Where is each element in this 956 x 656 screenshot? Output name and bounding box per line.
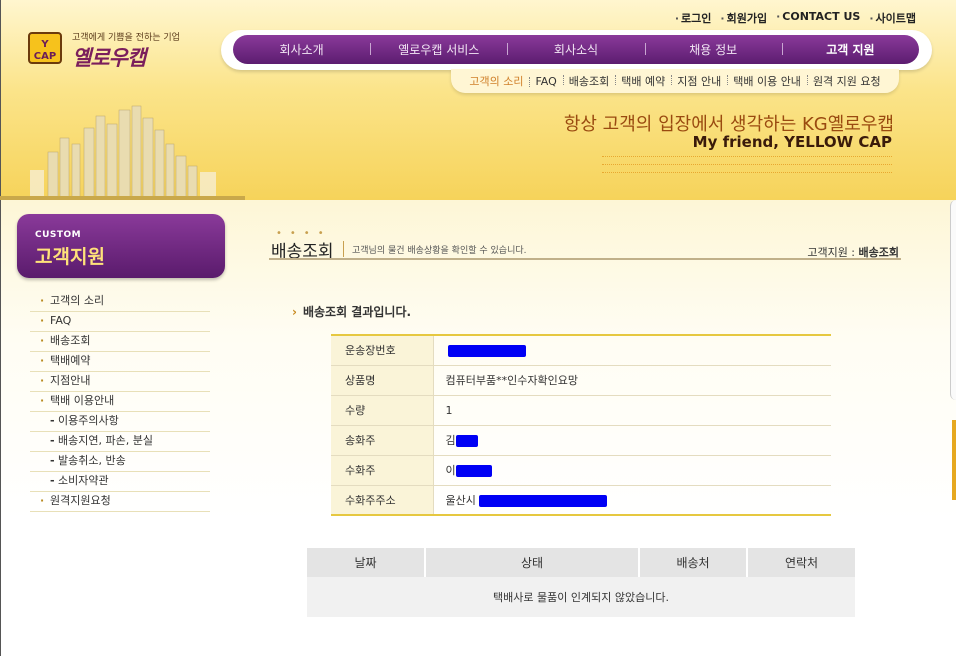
signup-link[interactable]: 회원가입: [720, 10, 767, 26]
nav-recruitment[interactable]: 채용 정보: [644, 41, 782, 58]
redacted-block: [455, 435, 478, 447]
table-row: 수화주 이: [331, 455, 831, 486]
label-receiver-address: 수화주주소: [331, 485, 434, 516]
contact-us-link[interactable]: CONTACT US: [776, 10, 860, 26]
nav-customer-support[interactable]: 고객 지원: [781, 41, 919, 58]
city-skyline-image: [0, 105, 245, 200]
subnav-branch-info[interactable]: 지점 안내: [671, 73, 727, 89]
header-contact: 연락처: [747, 548, 855, 577]
page-description: 고객님의 물건 배송상황을 확인할 수 있습니다.: [352, 246, 527, 256]
sidebar-item-customer-voice[interactable]: 고객의 소리: [30, 292, 210, 312]
right-side-panel-edge: [950, 200, 956, 400]
subnav-faq[interactable]: FAQ: [529, 75, 562, 88]
nav-company-news[interactable]: 회사소식: [507, 41, 644, 58]
sidebar-subitem-label: 배송지연, 파손, 분실: [58, 434, 153, 447]
sitemap-link[interactable]: 사이트맵: [869, 10, 916, 26]
sender-visible-text: 김: [445, 434, 456, 447]
title-divider: [343, 241, 344, 257]
receiver-visible-text: 이: [445, 464, 456, 477]
table-header-row: 날짜 상태 배송처 연락처: [307, 548, 855, 577]
table-row: 수량 1: [331, 395, 831, 426]
subnav-reservation[interactable]: 택배 예약: [615, 73, 671, 89]
nav-yellowcap-service[interactable]: 옐로우캡 서비스: [370, 41, 507, 58]
subnav-usage-guide[interactable]: 택배 이용 안내: [727, 73, 807, 89]
right-side-tab[interactable]: [952, 420, 956, 500]
subnav-customer-voice[interactable]: 고객의 소리: [463, 73, 529, 89]
sidebar-subitem-cancel-return[interactable]: 발송취소, 반송: [30, 452, 210, 472]
value-sender: 김: [433, 425, 831, 456]
sidebar-subitem-precautions[interactable]: 이용주의사항: [30, 412, 210, 432]
table-row: 송화주 김: [331, 425, 831, 456]
tracking-status-table: 날짜 상태 배송처 연락처 택배사로 물품이 인계되지 않았습니다.: [307, 548, 855, 617]
sidebar-subitem-terms[interactable]: 소비자약관: [30, 472, 210, 492]
redacted-block: [447, 344, 526, 357]
redacted-block: [455, 465, 492, 477]
value-receiver-address: 울산시: [433, 485, 831, 516]
sidebar-item-branch[interactable]: 지점안내: [30, 372, 210, 392]
hero-decorative-text: [602, 156, 892, 180]
sidebar-item-remote-support[interactable]: 원격지원요청: [30, 492, 210, 512]
redacted-block: [479, 494, 608, 507]
logo-name: 옐로우캡: [72, 46, 146, 70]
utility-links: 로그인 회원가입 CONTACT US 사이트맵: [675, 10, 916, 26]
value-tracking-number: [433, 335, 831, 366]
label-quantity: 수량: [331, 395, 434, 426]
sidebar-title-en: CUSTOM: [35, 230, 82, 240]
table-row: 택배사로 물품이 인계되지 않았습니다.: [307, 577, 855, 617]
table-row: 수화주주소 울산시: [331, 485, 831, 516]
sidebar-menu: 고객의 소리 FAQ 배송조회 택배예약 지점안내 택배 이용안내 이용주의사항…: [30, 292, 210, 512]
sidebar-item-faq[interactable]: FAQ: [30, 312, 210, 332]
window-left-border: [0, 0, 1, 656]
label-tracking-number: 운송장번호: [331, 335, 434, 366]
sidebar-item-usage-guide[interactable]: 택배 이용안내: [30, 392, 210, 412]
sidebar-subitem-label: 소비자약관: [58, 474, 109, 487]
sidebar-item-tracking[interactable]: 배송조회: [30, 332, 210, 352]
yellow-cap-logo-icon: Y CAP: [28, 32, 62, 64]
address-visible-text: 울산시: [445, 493, 476, 507]
nav-company-intro[interactable]: 회사소개: [233, 41, 370, 58]
sidebar-title-ko: 고객지원: [35, 246, 105, 268]
main-navigation-wrapper: 회사소개 옐로우캡 서비스 회사소식 채용 정보 고객 지원: [221, 30, 932, 70]
value-quantity: 1: [433, 395, 831, 426]
subnav-tracking[interactable]: 배송조회: [562, 73, 615, 89]
sidebar-title: CUSTOM 고객지원: [17, 214, 225, 278]
empty-message: 택배사로 물품이 인계되지 않았습니다.: [307, 577, 855, 617]
title-underline: [269, 258, 901, 260]
label-product-name: 상품명: [331, 365, 434, 396]
value-receiver: 이: [433, 455, 831, 486]
subnav-remote-support[interactable]: 원격 지원 요청: [806, 73, 887, 89]
table-row: 운송장번호: [331, 335, 831, 366]
label-receiver: 수화주: [331, 455, 434, 486]
sidebar-subitem-label: 이용주의사항: [58, 414, 119, 427]
table-row: 상품명 컴퓨터부품**인수자확인요망: [331, 365, 831, 396]
label-sender: 송화주: [331, 425, 434, 456]
sidebar-subitem-label: 발송취소, 반송: [58, 454, 126, 467]
header-destination: 배송처: [639, 548, 748, 577]
header-date: 날짜: [307, 548, 426, 577]
value-product-name: 컴퓨터부품**인수자확인요망: [433, 365, 831, 396]
shipment-info-table: 운송장번호 상품명 컴퓨터부품**인수자확인요망 수량 1 송화주 김 수화주 …: [331, 334, 831, 516]
hero-subtitle: My friend, YELLOW CAP: [692, 133, 892, 151]
sidebar-item-reservation[interactable]: 택배예약: [30, 352, 210, 372]
sub-navigation: 고객의 소리 FAQ 배송조회 택배 예약 지점 안내 택배 이용 안내 원격 …: [451, 69, 899, 93]
login-link[interactable]: 로그인: [675, 10, 711, 26]
sidebar-subitem-delay-damage-loss[interactable]: 배송지연, 파손, 분실: [30, 432, 210, 452]
result-heading: 배송조회 결과입니다.: [292, 303, 411, 320]
main-navigation: 회사소개 옐로우캡 서비스 회사소식 채용 정보 고객 지원: [233, 35, 919, 64]
header-status: 상태: [425, 548, 640, 577]
